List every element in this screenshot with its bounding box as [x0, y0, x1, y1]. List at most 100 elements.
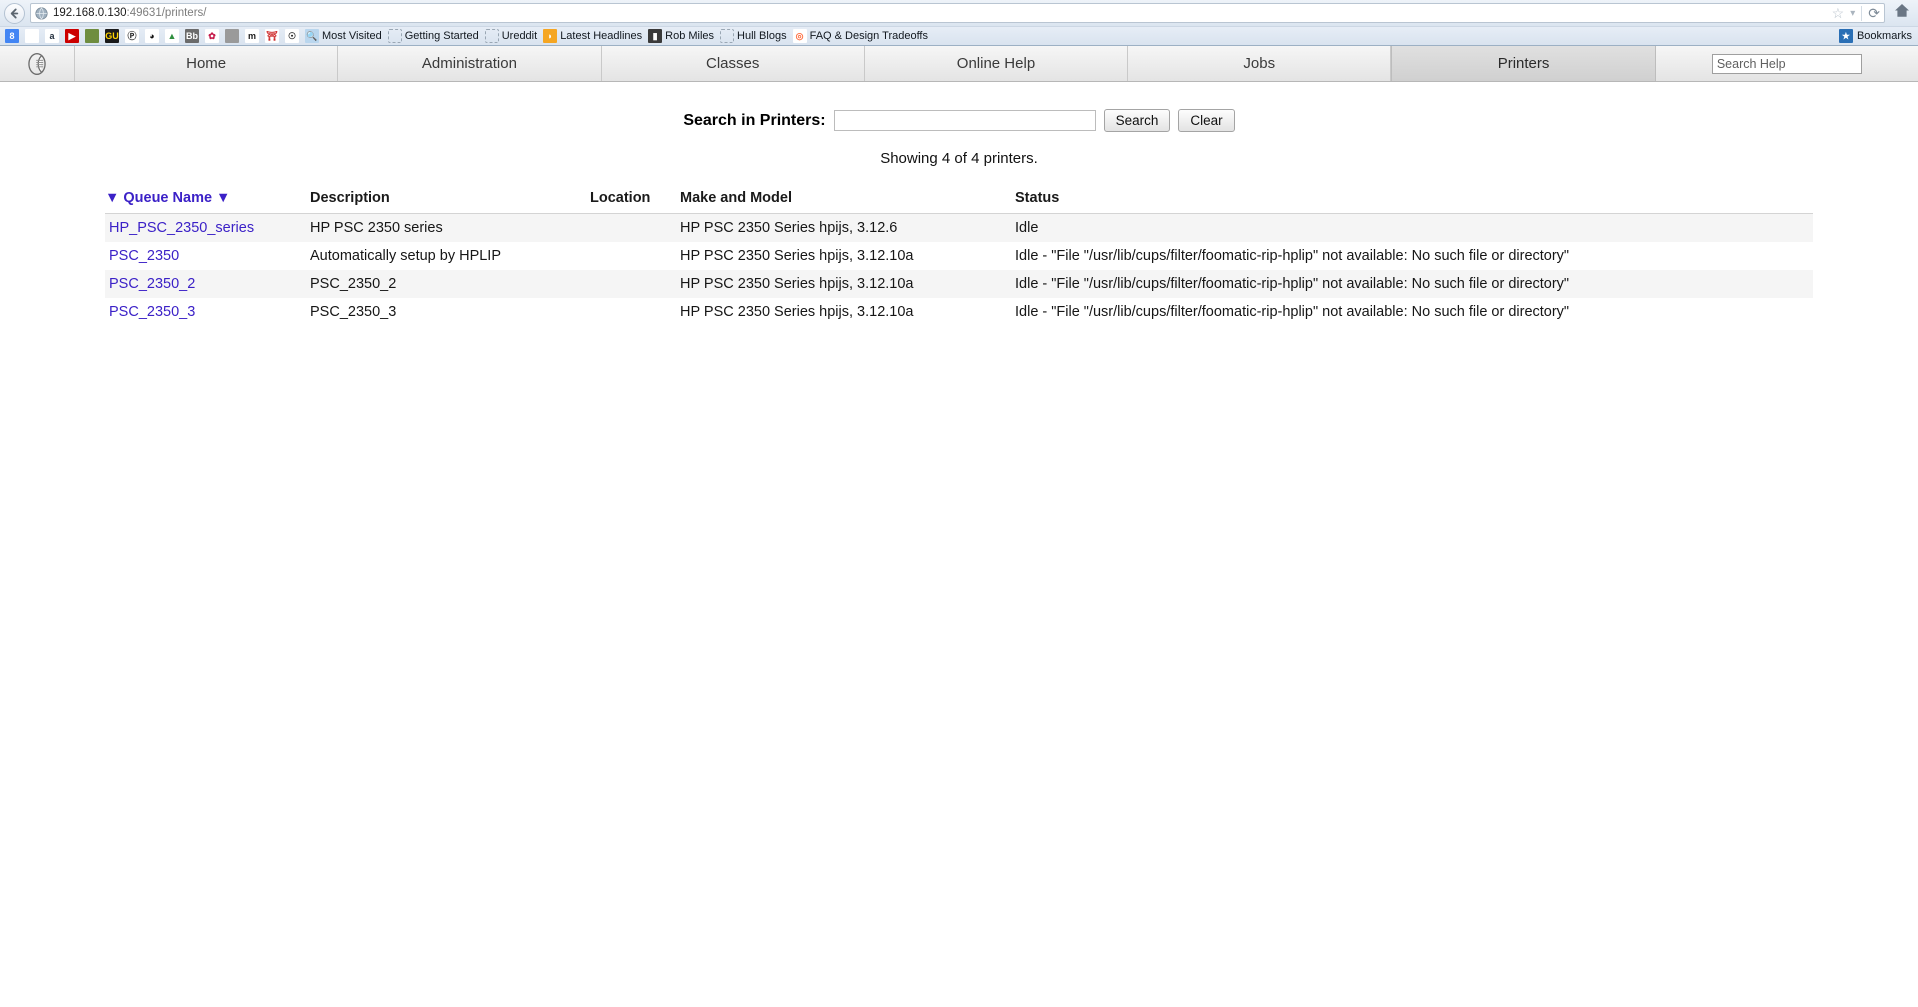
faq-design-tradeoffs-bookmark[interactable]: ◎ FAQ & Design Tradeoffs — [790, 28, 931, 45]
getting-started-bookmark[interactable]: Getting Started — [385, 28, 482, 45]
column-header-status[interactable]: Status — [1015, 190, 1813, 214]
rob-miles-icon: ▮ — [648, 29, 663, 43]
latest-headlines-bookmark-label: Latest Headlines — [560, 29, 643, 42]
help-search-input[interactable] — [1711, 53, 1862, 74]
m-bookmark[interactable]: m — [242, 28, 262, 45]
cell-make-and-model: HP PSC 2350 Series hpijs, 3.12.10a — [680, 276, 914, 292]
ureddit-bookmark[interactable]: Ureddit — [482, 28, 540, 45]
amazon-bookmark[interactable]: a — [42, 28, 62, 45]
most-visited-bookmark[interactable]: 🔍 Most Visited — [302, 28, 385, 45]
reload-icon[interactable]: ⟳ — [1868, 5, 1880, 22]
printer-link[interactable]: PSC_2350_2 — [109, 276, 195, 292]
tab-home[interactable]: Home — [75, 46, 339, 81]
faq-design-tradeoffs-icon: ◎ — [792, 29, 807, 43]
column-header-queue-name[interactable]: ▼ Queue Name ▼ — [105, 190, 310, 214]
getting-started-bookmark-label: Getting Started — [404, 29, 479, 42]
cell-queue-name: PSC_2350_3 — [105, 298, 310, 326]
cell-description: Automatically setup by HPLIP — [310, 248, 502, 264]
gu-icon: GU — [105, 29, 119, 43]
tab-home-label: Home — [186, 55, 227, 72]
tab-classes[interactable]: Classes — [601, 46, 865, 81]
cell-status: Idle - "File "/usr/lib/cups/filter/fooma… — [1015, 304, 1570, 320]
detective-bookmark[interactable] — [82, 28, 102, 45]
torii-bookmark[interactable]: ⛩ — [262, 28, 282, 45]
column-header-location[interactable]: Location — [590, 190, 680, 214]
bb-bookmark[interactable]: Bb — [182, 28, 202, 45]
page-content: Home Administration Classes Online Help Jobs… — [0, 46, 1918, 1007]
swirl-icon: ◕ — [145, 29, 159, 43]
column-header-description[interactable]: Description — [310, 190, 590, 214]
printer-link[interactable]: HP_PSC_2350_series — [109, 220, 254, 236]
tab-jobs[interactable]: Jobs — [1128, 46, 1392, 81]
table-head: ▼ Queue Name ▼ Description Location Make… — [105, 190, 1813, 214]
faq-design-tradeoffs-bookmark-label: FAQ & Design Tradeoffs — [809, 29, 928, 42]
trees-bookmark[interactable]: ▲ — [162, 28, 182, 45]
cell-make-and-model: HP PSC 2350 Series hpijs, 3.12.10a — [680, 304, 914, 320]
youtube-icon: ▶ — [65, 29, 79, 43]
table-row: HP_PSC_2350_series HP PSC 2350 series HP P… — [105, 213, 1813, 243]
google-icon: 8 — [5, 29, 19, 43]
tab-administration[interactable]: Administration — [338, 46, 602, 81]
bb-icon: Bb — [185, 29, 199, 43]
bookmark-star-icon[interactable]: ☆ — [1832, 5, 1845, 22]
bookmarks-star-icon: ★ — [1838, 29, 1853, 43]
cell-queue-name: PSC_2350 — [105, 242, 310, 270]
back-button[interactable] — [4, 2, 25, 24]
tab-printers[interactable]: Printers — [1391, 46, 1656, 81]
torii-icon: ⛩ — [265, 29, 279, 43]
address-bar[interactable]: 192.168.0.130:49631/printers/ ☆ ▾ ⟳ — [30, 3, 1885, 23]
table-row: PSC_2350 Automatically setup by HPLIP HP P… — [105, 242, 1813, 270]
rob-miles-bookmark[interactable]: ▮ Rob Miles — [645, 28, 717, 45]
hull-blogs-bookmark[interactable]: Hull Blogs — [717, 28, 790, 45]
cell-make-and-model: HP PSC 2350 Series hpijs, 3.12.6 — [680, 220, 898, 236]
tab-online-help[interactable]: Online Help — [864, 46, 1129, 81]
player-icon: Ⓟ — [125, 29, 139, 43]
raspberry-bookmark[interactable]: ✿ — [202, 28, 222, 45]
gu-bookmark[interactable]: GU — [102, 28, 122, 45]
google-bookmark[interactable]: 8 — [2, 28, 22, 45]
search-input[interactable] — [833, 110, 1096, 131]
reddit-bookmark[interactable] — [22, 28, 42, 45]
url-bar-row: 192.168.0.130:49631/printers/ ☆ ▾ ⟳ — [0, 0, 1918, 26]
cell-description: PSC_2350_3 — [310, 304, 397, 320]
youtube-bookmark[interactable]: ▶ — [62, 28, 82, 45]
most-visited-bookmark-label: Most Visited — [322, 29, 382, 42]
trees-icon: ▲ — [165, 29, 179, 43]
grey-icon — [225, 29, 239, 43]
player-bookmark[interactable]: Ⓟ — [122, 28, 142, 45]
printer-search-bar: Search in Printers: Search Clear — [0, 109, 1918, 132]
reddit-icon — [25, 29, 39, 43]
hull-blogs-bookmark-label: Hull Blogs — [737, 29, 787, 42]
bookmarks-toolbar: 8 a ▶ GU Ⓟ ◕ ▲ Bb ✿ m ⛩ ☉ 🔍 Most Visited Getting Start… — [0, 26, 1918, 45]
table-row: PSC_2350_2 PSC_2350_2 HP PSC 2350 Series h… — [105, 270, 1813, 298]
cell-location — [590, 242, 680, 270]
cell-queue-name: HP_PSC_2350_series — [105, 214, 310, 243]
amazon-icon: a — [45, 29, 59, 43]
column-header-make-and-model[interactable]: Make and Model — [680, 190, 1015, 214]
raspberry-icon: ✿ — [205, 29, 219, 43]
table-row: PSC_2350_3 PSC_2350_3 HP PSC 2350 Series h… — [105, 298, 1813, 326]
grey-bookmark[interactable] — [222, 28, 242, 45]
getting-started-blank-icon — [387, 29, 402, 43]
pacman-bookmark[interactable]: ☉ — [282, 28, 302, 45]
clear-button[interactable]: Clear — [1178, 109, 1235, 132]
help-search-tab — [1655, 46, 1918, 81]
results-count: Showing 4 of 4 printers. — [880, 150, 1038, 167]
printer-link[interactable]: PSC_2350_3 — [109, 304, 195, 320]
bookmarks-menu[interactable]: ★ Bookmarks — [1838, 29, 1914, 43]
cups-logo-tab[interactable] — [0, 46, 75, 81]
hull-blogs-blank-icon — [720, 29, 735, 43]
cell-queue-name: PSC_2350_2 — [105, 270, 310, 298]
cell-status: Idle - "File "/usr/lib/cups/filter/fooma… — [1015, 276, 1570, 292]
back-arrow-icon — [10, 8, 19, 18]
browser-chrome: 192.168.0.130:49631/printers/ ☆ ▾ ⟳ 8 a ▶ G… — [0, 0, 1918, 46]
tab-online-help-label: Online Help — [956, 55, 1036, 72]
swirl-bookmark[interactable]: ◕ — [142, 28, 162, 45]
cups-navigation: Home Administration Classes Online Help Jobs… — [0, 46, 1918, 82]
latest-headlines-bookmark[interactable]: ◗ Latest Headlines — [540, 28, 645, 45]
printer-link[interactable]: PSC_2350 — [109, 248, 179, 264]
chevron-down-icon[interactable]: ▾ — [1850, 8, 1855, 19]
home-button[interactable] — [1894, 3, 1910, 23]
search-label: Search in Printers: — [683, 111, 826, 129]
search-button[interactable]: Search — [1103, 109, 1171, 132]
